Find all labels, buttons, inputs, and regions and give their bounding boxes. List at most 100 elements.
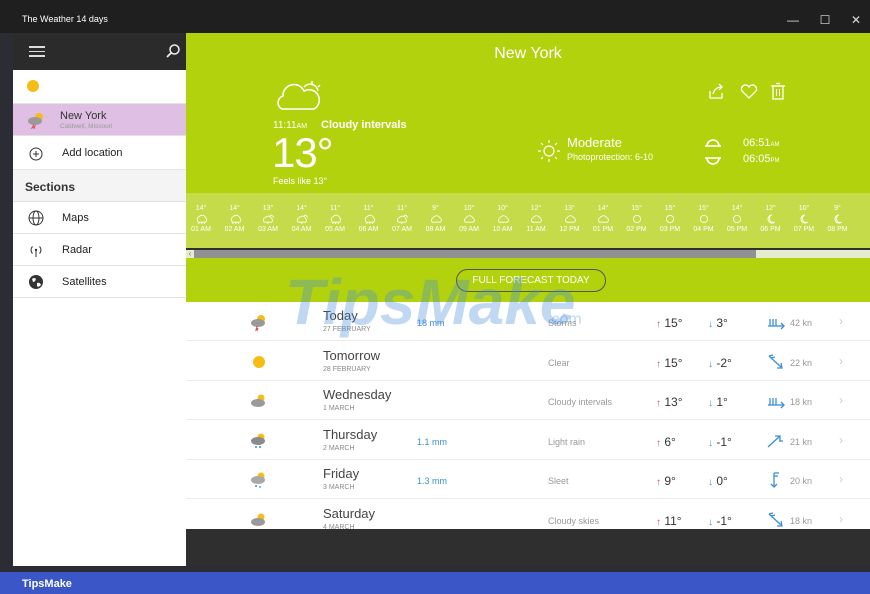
- hourly-time: 03 AM: [258, 226, 278, 233]
- sidebar-item-satellites[interactable]: Satellites: [13, 266, 186, 298]
- day-high-temp: ↑ 11°: [656, 513, 682, 528]
- hourly-temp: 15°: [698, 205, 709, 212]
- rain-icon: [330, 214, 342, 224]
- rain-icon: [230, 214, 241, 224]
- hourly-item: 15° 03 PM: [652, 205, 688, 233]
- day-name: Tomorrow: [323, 347, 381, 363]
- day-precipitation: 1.3 mm: [417, 476, 448, 486]
- add-location-button[interactable]: Add location: [13, 136, 186, 170]
- arrow-up-icon: ↑: [656, 358, 661, 370]
- cloud-icon: [464, 215, 475, 223]
- day-high-temp: ↑ 6°: [656, 434, 676, 449]
- uv-protection: Photoprotection: 6-10: [567, 152, 654, 162]
- hourly-time: 06 AM: [358, 226, 379, 233]
- close-button[interactable]: ✕: [841, 10, 870, 30]
- hourly-time: 01 AM: [191, 226, 211, 233]
- day-row[interactable]: Wednesday 1 MARCH Cloudy intervals ↑ 13° ↓ 1…: [186, 381, 870, 420]
- day-row[interactable]: Saturday 4 MARCH Cloudy skies ↑ 11° ↓ -1° 18 …: [186, 500, 870, 530]
- cloud-icon: [497, 215, 509, 223]
- moon-icon: [800, 214, 808, 224]
- day-precipitation: 1.1 mm: [417, 436, 448, 447]
- chevron-right-icon[interactable]: ›: [839, 512, 843, 526]
- sidebar-item-maps[interactable]: Maps: [13, 202, 186, 234]
- day-date: 1 MARCH: [323, 405, 355, 412]
- day-wind-speed: 18 kn: [790, 515, 813, 526]
- current-location-item[interactable]: [13, 70, 186, 104]
- day-date: 4 MARCH: [323, 523, 355, 530]
- hourly-time: 07 AM: [392, 226, 412, 233]
- full-forecast-today-button[interactable]: FULL FORECAST TODAY: [456, 269, 606, 292]
- window-title: The Weather 14 days: [22, 14, 108, 24]
- day-row[interactable]: Today 27 FEBRUARY 18 mm Storms ↑ 15° ↓ 3° 42 k…: [186, 302, 870, 341]
- hourly-forecast-strip[interactable]: 14° 01 AM 14° 02 AM 13° 03 AM 14° 04 AM 11° 05 AM…: [186, 193, 870, 248]
- hourly-temp: 15°: [664, 205, 676, 212]
- hourly-time: 11 AM: [526, 226, 546, 233]
- hourly-item: 15° 02 PM: [619, 205, 655, 233]
- hourly-time: 05 PM: [726, 226, 748, 233]
- day-condition: Cloudy skies: [548, 515, 600, 526]
- chevron-right-icon[interactable]: ›: [839, 314, 843, 328]
- chevron-right-icon[interactable]: ›: [839, 354, 843, 368]
- hourly-item: 14° 02 AM: [217, 205, 253, 233]
- day-low-temp: ↓ -1°: [708, 513, 732, 528]
- app-window: The Weather 14 days — ☐ ✕ New York Caldw…: [0, 0, 870, 594]
- arrow-down-icon: ↓: [708, 477, 713, 488]
- add-circle-icon: [29, 147, 43, 161]
- uv-level: Moderate: [567, 135, 622, 150]
- hourly-item: 13° 03 AM: [250, 205, 286, 233]
- current-weather-panel: New York 11:11AM Cloudy intervals 13° Fe…: [186, 33, 870, 193]
- chevron-right-icon[interactable]: ›: [839, 393, 843, 407]
- cloud-icon: [251, 513, 265, 526]
- moon-icon: [767, 214, 775, 224]
- rain-sun-icon: [262, 214, 274, 224]
- sidebar-header: [13, 33, 186, 70]
- arrow-up-icon: ↑: [656, 477, 661, 488]
- day-row[interactable]: Thursday 2 MARCH 1.1 mm Light rain ↑ 6° ↓ -1°…: [186, 421, 870, 460]
- day-low-temp: ↓ 0°: [708, 474, 728, 488]
- day-condition: Storms: [548, 318, 577, 328]
- favorite-heart-icon[interactable]: [739, 82, 759, 100]
- hourly-time: 08 PM: [827, 226, 848, 233]
- day-row[interactable]: Friday 3 MARCH 1.3 mm Sleet ↑ 9° ↓ 0° 20 kn ›: [186, 460, 870, 499]
- minimize-button[interactable]: —: [778, 10, 808, 30]
- cloudy-intervals-icon: [277, 81, 321, 110]
- forecast-button-bar: FULL FORECAST TODAY: [186, 258, 870, 302]
- hourly-item: 11° 06 AM: [351, 205, 387, 233]
- share-icon[interactable]: [707, 82, 727, 100]
- hourly-item: 11° 05 AM: [317, 205, 353, 233]
- hourly-time: 04 AM: [291, 226, 312, 233]
- hourly-item: 15° 04 PM: [686, 205, 722, 233]
- hourly-scrollbar-thumb[interactable]: [194, 250, 756, 258]
- sections-label: Sections: [25, 180, 76, 194]
- hamburger-menu-icon[interactable]: [29, 46, 45, 57]
- day-low-temp: ↓ -1°: [708, 434, 732, 449]
- day-precipitation: 18 mm: [417, 318, 445, 328]
- day-high-temp: ↑ 13°: [656, 395, 683, 409]
- sidebar-item-label: Radar: [62, 244, 92, 256]
- rain-sun-icon: [396, 214, 408, 224]
- title-bar: The Weather 14 days — ☐ ✕: [0, 0, 870, 33]
- hourly-time: 05 AM: [325, 226, 345, 233]
- hourly-temp: 10°: [463, 205, 475, 212]
- delete-trash-icon[interactable]: [768, 82, 788, 100]
- hourly-item: 9° 08 PM: [820, 205, 856, 233]
- sidebar-item-radar[interactable]: Radar: [13, 234, 186, 266]
- search-icon[interactable]: [165, 43, 181, 59]
- hourly-temp: 9°: [834, 205, 841, 212]
- hourly-temp: 12°: [530, 205, 542, 212]
- chevron-right-icon[interactable]: ›: [839, 433, 843, 447]
- hourly-temp: 14°: [195, 205, 207, 212]
- maximize-button[interactable]: ☐: [810, 10, 840, 30]
- hourly-temp: 11°: [396, 205, 408, 212]
- hourly-temp: 10°: [497, 205, 508, 212]
- hourly-item: 10° 07 PM: [786, 205, 822, 233]
- hourly-time: 10 AM: [492, 226, 513, 233]
- hourly-item: 12° 11 AM: [518, 205, 554, 233]
- day-row[interactable]: Tomorrow 28 FEBRUARY Clear ↑ 15° ↓ -2° 22 kn ›: [186, 342, 870, 381]
- chevron-right-icon[interactable]: ›: [839, 472, 843, 486]
- sidebar-item-new-york[interactable]: New York Caldwell, Missouri: [13, 104, 186, 136]
- hourly-temp: 11°: [363, 205, 374, 212]
- hourly-temp: 12°: [765, 205, 776, 212]
- hourly-item: 11° 07 AM: [384, 205, 420, 233]
- wind-sw-icon: [767, 434, 783, 447]
